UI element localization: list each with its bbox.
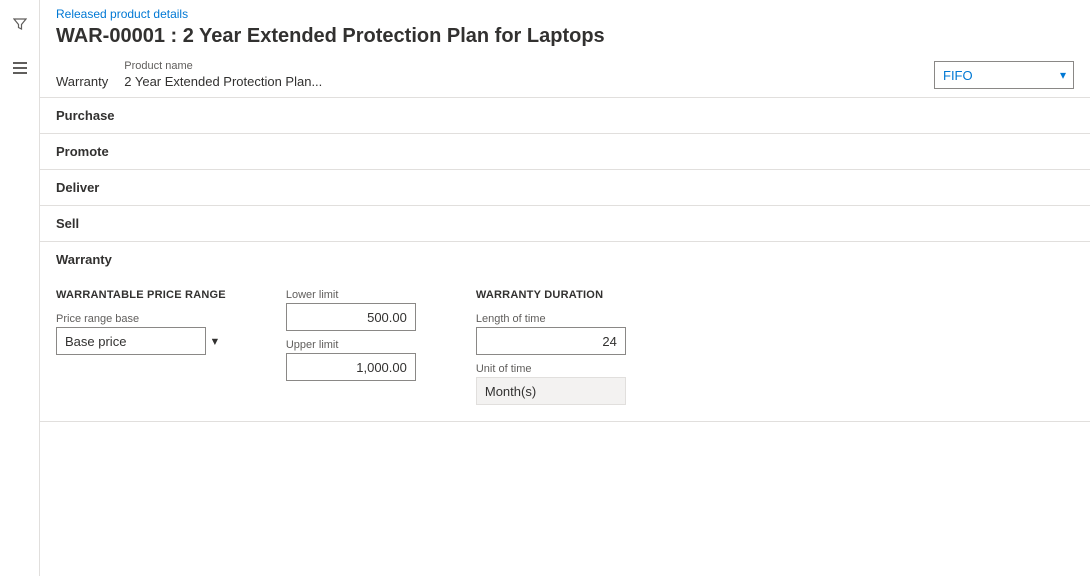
section-warranty-header[interactable]: Warranty — [40, 242, 1090, 277]
section-deliver-header[interactable]: Deliver — [40, 170, 1090, 205]
price-range-base-group: Price range base Base price Sales price … — [56, 313, 226, 355]
section-sell: Sell — [40, 206, 1090, 242]
unit-of-time-label: Unit of time — [476, 363, 626, 375]
product-type-value: Warranty — [56, 74, 108, 89]
breadcrumb-link[interactable]: Released product details — [56, 7, 188, 21]
sidebar — [0, 0, 40, 576]
length-of-time-input[interactable] — [476, 327, 626, 355]
upper-limit-label: Upper limit — [286, 339, 416, 351]
section-deliver: Deliver — [40, 170, 1090, 206]
price-range-base-select-wrapper[interactable]: Base price Sales price Cost price ▾ — [56, 327, 226, 355]
limit-group: Lower limit Upper limit — [286, 289, 416, 381]
lower-limit-input[interactable] — [286, 303, 416, 331]
product-name-label: Product name — [124, 60, 464, 72]
top-fields-row: Warranty Product name 2 Year Extended Pr… — [40, 56, 1090, 98]
price-range-block-title: WARRANTABLE PRICE RANGE — [56, 289, 226, 301]
breadcrumb: Released product details — [40, 0, 1090, 21]
price-range-base-select[interactable]: Base price Sales price Cost price — [56, 327, 206, 355]
warranty-content: WARRANTABLE PRICE RANGE Price range base… — [40, 277, 1090, 421]
page-title: WAR-00001 : 2 Year Extended Protection P… — [40, 21, 1090, 56]
inventory-model-group: FIFO LIFO Weighted avg. — [934, 61, 1074, 89]
section-sell-header[interactable]: Sell — [40, 206, 1090, 241]
price-range-base-label: Price range base — [56, 313, 226, 325]
upper-limit-input[interactable] — [286, 353, 416, 381]
product-type-group: Warranty — [56, 74, 108, 89]
main-content: Released product details WAR-00001 : 2 Y… — [40, 0, 1090, 576]
length-of-time-label: Length of time — [476, 313, 626, 325]
upper-limit-group: Upper limit — [286, 339, 416, 381]
section-warranty: Warranty WARRANTABLE PRICE RANGE Price r… — [40, 242, 1090, 422]
filter-icon[interactable] — [4, 8, 36, 40]
unit-of-time-group: Unit of time Month(s) — [476, 363, 626, 405]
lower-limit-label: Lower limit — [286, 289, 416, 301]
inventory-model-select[interactable]: FIFO LIFO Weighted avg. — [934, 61, 1074, 89]
unit-of-time-value: Month(s) — [476, 377, 626, 405]
price-range-block: WARRANTABLE PRICE RANGE Price range base… — [56, 289, 226, 355]
duration-block-title: WARRANTY DURATION — [476, 289, 626, 301]
inventory-model-select-wrapper[interactable]: FIFO LIFO Weighted avg. — [934, 61, 1074, 89]
section-promote: Promote — [40, 134, 1090, 170]
lower-limit-group: Lower limit — [286, 289, 416, 331]
product-name-value: 2 Year Extended Protection Plan... — [124, 74, 464, 89]
section-purchase: Purchase — [40, 98, 1090, 134]
product-name-group: Product name 2 Year Extended Protection … — [124, 60, 464, 89]
section-purchase-header[interactable]: Purchase — [40, 98, 1090, 133]
menu-icon[interactable] — [4, 52, 36, 84]
section-promote-header[interactable]: Promote — [40, 134, 1090, 169]
duration-block: WARRANTY DURATION Length of time Unit of… — [476, 289, 626, 405]
content-area: Warranty Product name 2 Year Extended Pr… — [40, 56, 1090, 576]
length-of-time-group: Length of time — [476, 313, 626, 355]
